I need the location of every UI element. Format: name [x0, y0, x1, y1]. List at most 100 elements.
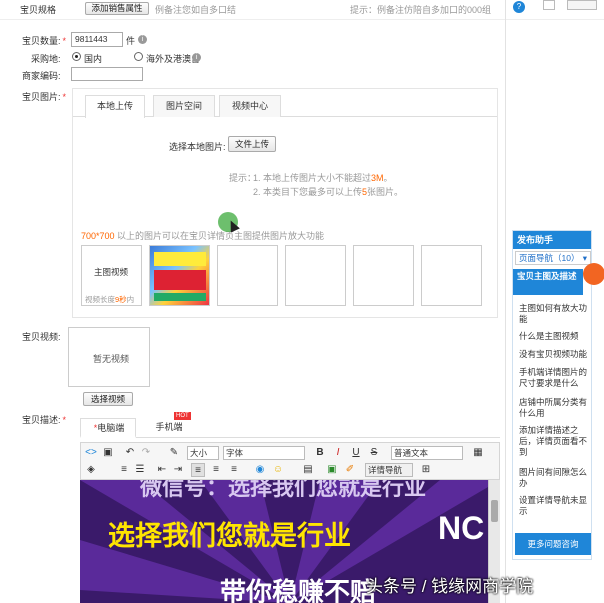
font-size-select[interactable]: 大小: [187, 446, 219, 460]
tip-line-2: 2. 本类目下您最多可以上传5张图片。: [253, 187, 404, 197]
image-panel: 本地上传 图片空间 视频中心 选择本地图片: 文件上传 提示： 1. 本地上传图…: [72, 88, 498, 318]
helper-title: 发布助手: [513, 231, 591, 249]
image-slot-empty[interactable]: [353, 245, 414, 306]
mascot-icon: [583, 263, 604, 285]
helper-section-title: 宝贝主图及描述: [513, 269, 583, 295]
more-questions-button[interactable]: 更多问题咨询: [515, 533, 591, 555]
paragraph-select[interactable]: 普通文本: [391, 446, 463, 460]
image-slot-thumbnail[interactable]: [149, 245, 210, 306]
thumbnail-strip: [154, 293, 206, 301]
origin-overseas-radio[interactable]: [134, 52, 143, 61]
file-upload-button[interactable]: 文件上传: [228, 136, 276, 152]
help-link[interactable]: 什么是主图视频: [519, 331, 589, 342]
tip-prefix: 提示：: [229, 173, 257, 183]
insert-image-icon[interactable]: ▣: [325, 463, 339, 477]
ordered-list-icon[interactable]: ≡: [117, 463, 131, 477]
thumbnail-block: [154, 270, 206, 290]
watermark: 头条号 / 钱缘网商学院: [366, 577, 534, 596]
tab-image-space[interactable]: 图片空间: [153, 95, 215, 117]
spec-hint: 例备注您如自多口结: [155, 5, 237, 15]
draw-icon[interactable]: ✐: [343, 463, 357, 477]
help-link[interactable]: 图片间有间隙怎么办: [519, 467, 589, 489]
align-left-icon[interactable]: ≡: [191, 463, 205, 477]
main-video-length: 视频长度9秒内: [85, 295, 135, 304]
image-icon[interactable]: ▤: [301, 463, 315, 477]
info-icon[interactable]: i: [138, 35, 147, 44]
help-link[interactable]: 主图如何有放大功能: [519, 303, 589, 325]
help-icon[interactable]: ?: [513, 1, 525, 13]
image-tabbar: 本地上传 图片空间 视频中心: [73, 95, 497, 118]
tab-mobile[interactable]: 手机端: [144, 418, 194, 438]
publish-helper: 发布助手 页面导航（10） ▾ 宝贝主图及描述 主图如何有放大功能 什么是主图视频…: [512, 230, 604, 560]
add-spec-button[interactable]: 添加销售属性: [85, 2, 149, 15]
tab-desktop[interactable]: *电脑端: [80, 418, 136, 438]
origin-domestic-label: 国内: [84, 54, 103, 64]
tip-line-1: 1. 本地上传图片大小不能超过3M。: [253, 173, 393, 183]
thumbnail-banner: [154, 252, 206, 266]
choose-local-label: 选择本地图片:: [169, 142, 226, 152]
editor-toolbar: <> ▣ ↶ ↷ ✎ 大小 字体 B I U S 普通文本 ▦ ◈ ≡ ☰ ⇤ …: [80, 442, 500, 480]
banner-logo: NC: [438, 510, 485, 546]
underline-icon[interactable]: U: [349, 446, 363, 460]
spec-hint-right: 提示：例备注仿陪自多加口的000组: [350, 5, 492, 15]
scrollbar-thumb[interactable]: [491, 500, 498, 522]
video-label: 宝贝视频:: [22, 332, 61, 342]
help-link[interactable]: 没有宝贝视频功能: [519, 349, 589, 360]
video-empty-text: 暂无视频: [93, 354, 130, 364]
hot-badge: HOT: [174, 412, 191, 420]
page-nav-select[interactable]: 页面导航（10） ▾: [515, 251, 591, 265]
bold-icon[interactable]: B: [313, 446, 327, 460]
banner-text-top: 微信号：选择我们您就是行业: [140, 480, 427, 500]
image-slot-empty[interactable]: [285, 245, 346, 306]
detail-nav-button[interactable]: 详情导航: [365, 463, 413, 477]
italic-icon[interactable]: I: [331, 446, 345, 460]
quantity-label: 宝贝数量: *: [22, 36, 67, 46]
unordered-list-icon[interactable]: ☰: [133, 463, 147, 477]
zoom-note: 700*700 以上的图片可以在宝贝详情页主图提供图片放大功能: [81, 231, 325, 241]
undo-icon[interactable]: ↶: [123, 446, 137, 460]
window-icon[interactable]: [543, 0, 555, 10]
images-label: 宝贝图片: *: [22, 92, 67, 102]
merchant-code-input[interactable]: [71, 67, 143, 81]
redo-icon[interactable]: ↷: [139, 446, 153, 460]
help-link[interactable]: 手机端详情图片的尺寸要求是什么: [519, 367, 589, 389]
description-tabs: *电脑端 手机端 HOT: [80, 412, 500, 438]
banner-headline: 选择我们您就是行业: [108, 521, 351, 551]
fullscreen-icon[interactable]: ⊞: [419, 463, 433, 477]
preview-icon[interactable]: ▣: [101, 446, 115, 460]
align-right-icon[interactable]: ≡: [227, 463, 241, 477]
origin-domestic-radio[interactable]: [72, 52, 81, 61]
info-icon[interactable]: i: [192, 53, 201, 62]
quantity-input[interactable]: 9811443: [71, 32, 123, 47]
image-slot-empty[interactable]: [421, 245, 482, 306]
origin-label: 采购地:: [31, 54, 61, 64]
spec-label: 宝贝规格: [20, 5, 57, 15]
strikethrough-icon[interactable]: S: [367, 446, 381, 460]
tab-local-upload[interactable]: 本地上传: [85, 95, 145, 118]
content-divider: [505, 0, 506, 603]
source-code-icon[interactable]: <>: [84, 446, 98, 460]
highlight-color-icon[interactable]: ◈: [84, 463, 98, 477]
link-icon[interactable]: ◉: [253, 463, 267, 477]
font-family-select[interactable]: 字体: [223, 446, 305, 460]
table-grid-icon[interactable]: ▦: [471, 446, 485, 460]
help-link[interactable]: 设置详情导航未显示: [519, 495, 589, 517]
merchant-code-label: 商家编码:: [22, 71, 61, 81]
tab-video-center[interactable]: 视频中心: [219, 95, 281, 117]
description-label: 宝贝描述: *: [22, 415, 67, 425]
indent-icon[interactable]: ⇥: [171, 463, 185, 477]
outdent-icon[interactable]: ⇤: [155, 463, 169, 477]
main-video-slot[interactable]: 主图视频 视频长度9秒内: [81, 245, 142, 306]
align-center-icon[interactable]: ≡: [209, 463, 223, 477]
image-slot-empty[interactable]: [217, 245, 278, 306]
top-right-button[interactable]: [567, 0, 597, 10]
format-painter-icon[interactable]: ✎: [167, 446, 181, 460]
help-link[interactable]: 添加详情描述之后，详情页面看不到: [519, 425, 589, 458]
banner-subline: 带你稳赚不赔: [220, 577, 377, 603]
video-box: 暂无视频: [68, 327, 150, 387]
emoji-icon[interactable]: ☺: [271, 463, 285, 477]
help-link[interactable]: 店铺中所属分类有什么用: [519, 397, 589, 419]
top-strip: 宝贝规格 添加销售属性 例备注您如自多口结 提示：例备注仿陪自多加口的000组 …: [0, 0, 604, 20]
select-video-button[interactable]: 选择视频: [83, 392, 133, 406]
main-video-title: 主图视频: [94, 267, 129, 277]
